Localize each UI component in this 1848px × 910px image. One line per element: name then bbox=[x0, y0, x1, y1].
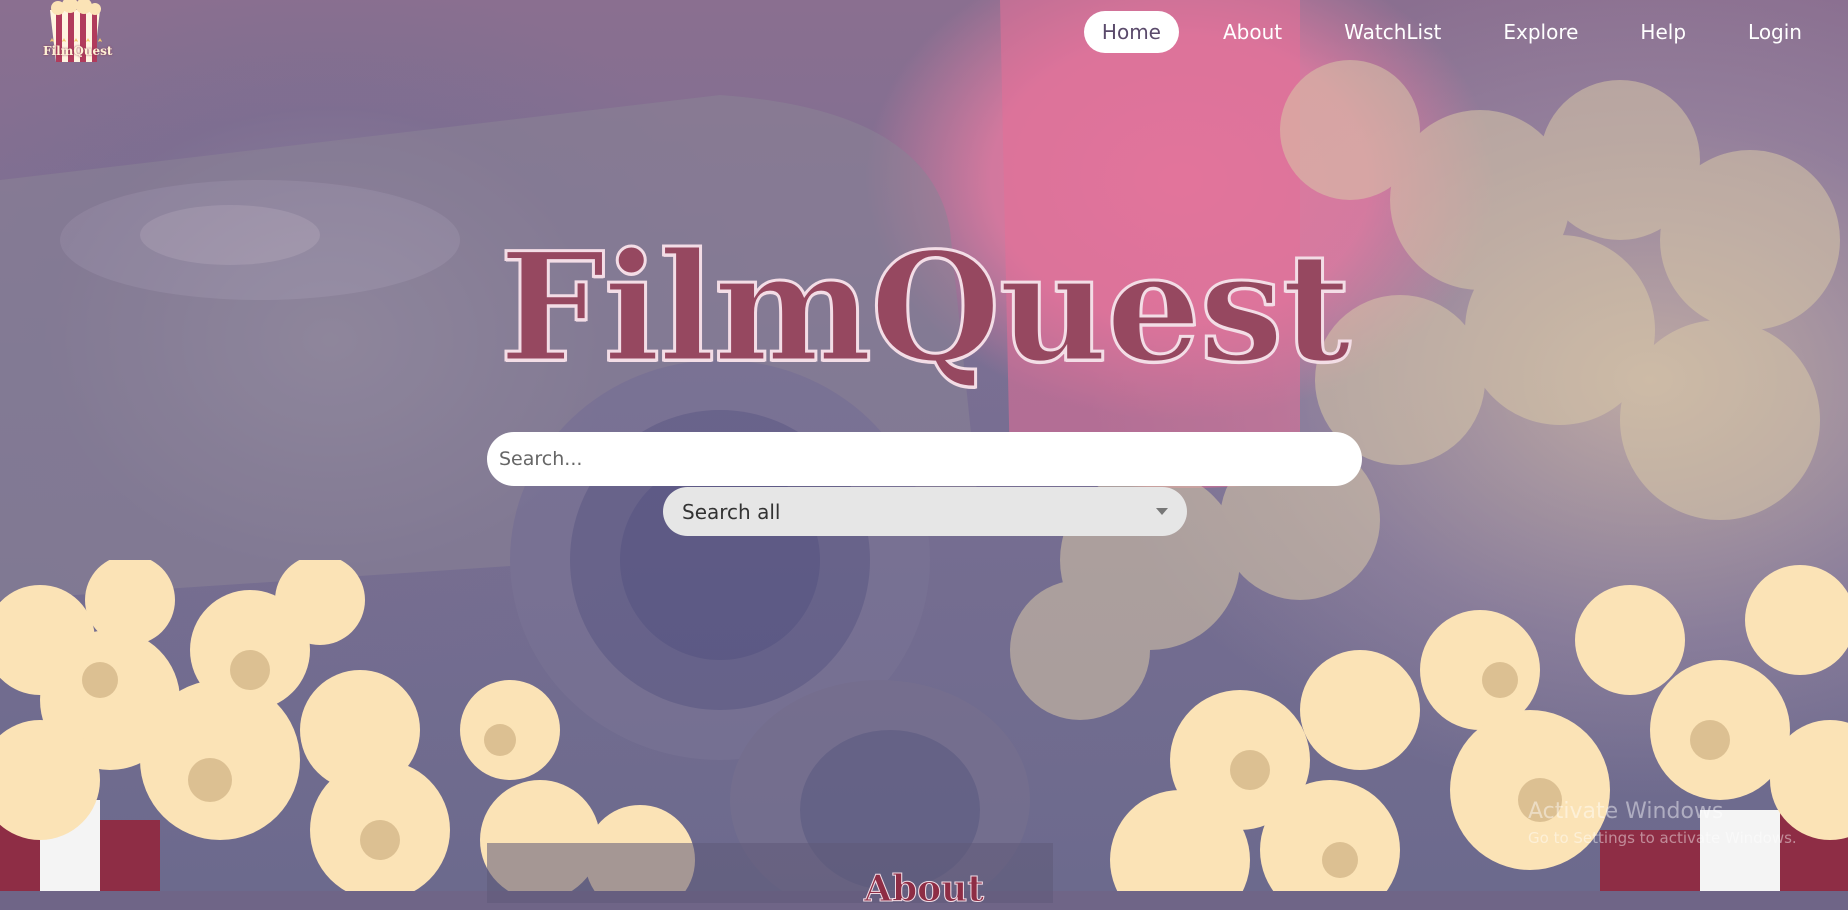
nav-explore[interactable]: Explore bbox=[1485, 11, 1596, 53]
search-filter-value: Search all bbox=[682, 499, 781, 524]
nav-login[interactable]: Login bbox=[1730, 11, 1820, 53]
nav-watchlist[interactable]: WatchList bbox=[1326, 11, 1459, 53]
watermark-subtitle: Go to Settings to activate Windows. bbox=[1528, 829, 1797, 847]
search-filter-select[interactable]: Search all bbox=[663, 487, 1187, 536]
nav-links: Home About WatchList Explore Help Login bbox=[1058, 11, 1820, 53]
nav-about[interactable]: About bbox=[1205, 11, 1300, 53]
nav-help[interactable]: Help bbox=[1622, 11, 1704, 53]
logo-text: FilmQuest bbox=[43, 44, 113, 58]
nav-home[interactable]: Home bbox=[1083, 11, 1179, 53]
about-heading: About bbox=[864, 868, 985, 910]
hero-title: FilmQuest bbox=[497, 219, 1352, 398]
caret-down-icon bbox=[1156, 508, 1168, 515]
search-input[interactable] bbox=[487, 432, 1362, 486]
watermark-title: Activate Windows bbox=[1528, 799, 1724, 824]
windows-activation-watermark: Activate Windows Go to Settings to activ… bbox=[1528, 798, 1797, 850]
top-navbar: FilmQuest Home About WatchList Explore H… bbox=[0, 0, 1848, 66]
